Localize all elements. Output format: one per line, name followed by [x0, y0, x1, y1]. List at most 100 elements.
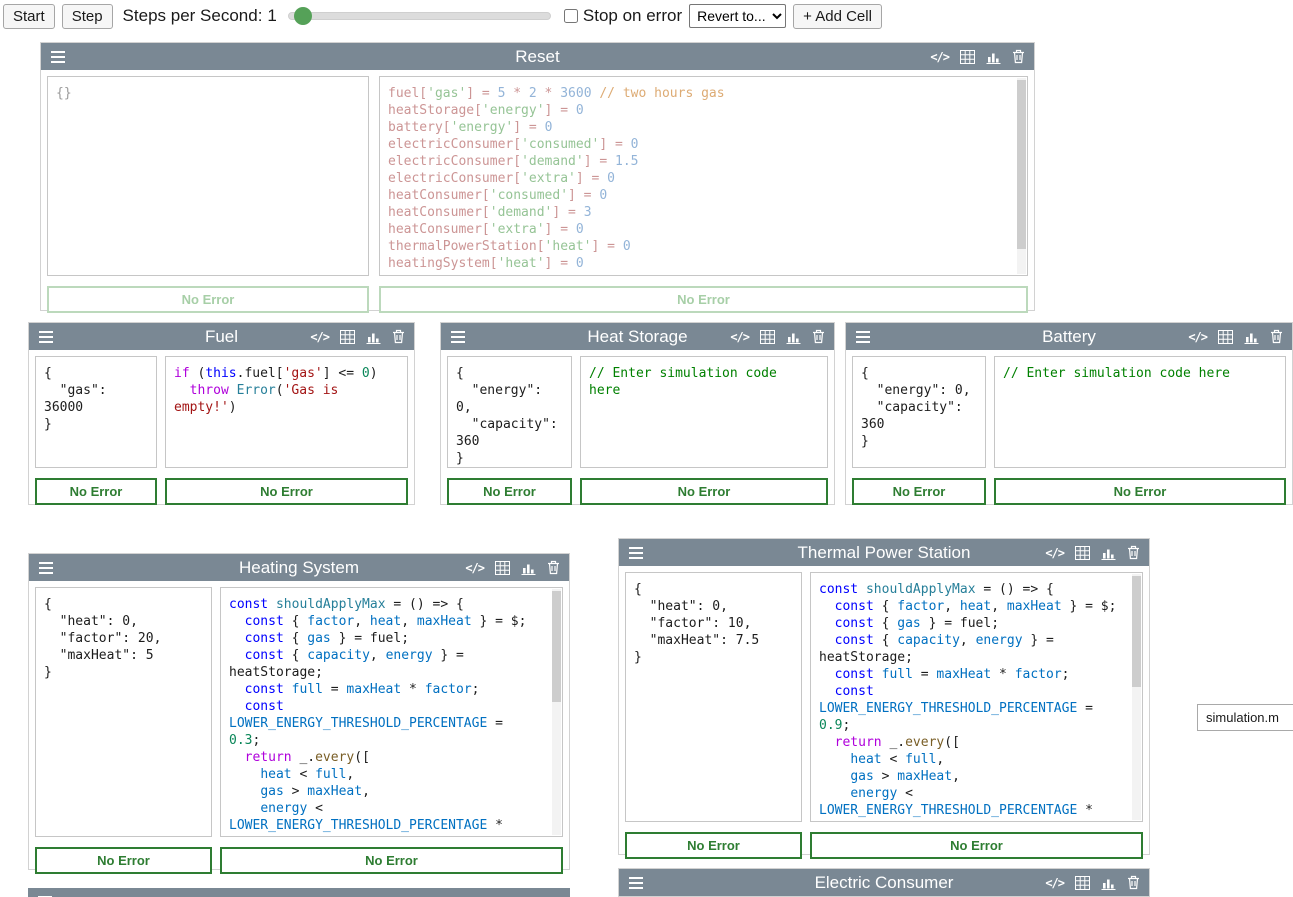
menu-icon[interactable]	[628, 876, 644, 890]
code-editor[interactable]: fuel['gas'] = 5 * 2 * 3600 // two hours …	[379, 76, 1028, 276]
menu-icon[interactable]	[50, 50, 66, 64]
slider-knob[interactable]	[294, 7, 312, 25]
code-view-icon[interactable]: </>	[930, 50, 949, 64]
code-status: No Error	[165, 478, 408, 505]
table-view-icon[interactable]	[960, 50, 975, 64]
speed-value: 1	[267, 6, 276, 26]
table-view-icon[interactable]	[495, 561, 510, 575]
code-editor[interactable]: const shouldApplyMax = () => { const { f…	[810, 572, 1143, 822]
code-status: No Error	[220, 847, 563, 874]
stop-on-error[interactable]: Stop on error	[564, 6, 682, 26]
code-view-icon[interactable]: </>	[1188, 330, 1207, 344]
menu-icon[interactable]	[38, 330, 54, 344]
cell-body: { "heat": 0, "factor": 10, "maxHeat": 7.…	[619, 566, 1149, 828]
code-editor[interactable]: const shouldApplyMax = () => { const { f…	[220, 587, 563, 837]
code-view-icon[interactable]: </>	[1045, 876, 1064, 890]
code-status: No Error	[580, 478, 828, 505]
delete-cell-icon[interactable]	[1127, 875, 1140, 890]
header-icons: </>	[310, 329, 405, 344]
start-button[interactable]: Start	[3, 4, 55, 29]
toolbar: Start Step Steps per Second: 1 Stop on e…	[0, 0, 1293, 32]
chart-view-icon[interactable]	[1101, 546, 1116, 560]
cell-header: Reset </>	[41, 43, 1034, 70]
code-editor[interactable]: if (this.fuel['gas'] <= 0) throw Error('…	[165, 356, 408, 468]
chart-view-icon[interactable]	[521, 561, 536, 575]
cell-body: { "energy": 0, "capacity": 360 } // Ente…	[846, 350, 1292, 474]
table-view-icon[interactable]	[760, 330, 775, 344]
state-editor[interactable]: { "heat": 0, "factor": 20, "maxHeat": 5 …	[35, 587, 212, 837]
delete-cell-icon[interactable]	[392, 329, 405, 344]
speed-label-text: Steps per Second:	[123, 6, 263, 26]
cell-heating-system: Heating System </> { "heat": 0, "factor"…	[28, 553, 570, 870]
slider-track[interactable]	[288, 12, 551, 20]
scrollbar-thumb[interactable]	[1132, 576, 1141, 687]
cell-header	[28, 888, 570, 897]
cell-fuel: Fuel </> { "gas": 36000 } if (this.fuel[…	[28, 322, 415, 505]
state-editor[interactable]: { "heat": 0, "factor": 10, "maxHeat": 7.…	[625, 572, 802, 822]
cell-statuses: No Error No Error	[29, 478, 414, 511]
chart-view-icon[interactable]	[366, 330, 381, 344]
menu-icon[interactable]	[38, 561, 54, 575]
table-view-icon[interactable]	[1075, 876, 1090, 890]
scrollbar[interactable]	[1132, 574, 1141, 820]
chart-view-icon[interactable]	[1244, 330, 1259, 344]
code-editor[interactable]: // Enter simulation code here	[994, 356, 1286, 468]
tooltip: simulation.m	[1197, 704, 1293, 731]
code-view-icon[interactable]: </>	[310, 330, 329, 344]
add-cell-button[interactable]: + Add Cell	[793, 4, 882, 29]
delete-cell-icon[interactable]	[547, 560, 560, 575]
cell-body: {} fuel['gas'] = 5 * 2 * 3600 // two hou…	[41, 70, 1034, 282]
state-status: No Error	[35, 847, 212, 874]
scrollbar-thumb[interactable]	[1017, 80, 1026, 249]
cell-header: Heat Storage </>	[441, 323, 834, 350]
scrollbar[interactable]	[552, 589, 561, 835]
state-editor[interactable]: { "energy": 0, "capacity": 360 }	[447, 356, 572, 468]
delete-cell-icon[interactable]	[1270, 329, 1283, 344]
chart-view-icon[interactable]	[786, 330, 801, 344]
table-view-icon[interactable]	[1218, 330, 1233, 344]
code-view-icon[interactable]: </>	[730, 330, 749, 344]
cell-header: Electric Consumer </>	[619, 869, 1149, 896]
cell-thermal-power-station: Thermal Power Station </> { "heat": 0, "…	[618, 538, 1150, 855]
menu-icon[interactable]	[855, 330, 871, 344]
code-status: No Error	[810, 832, 1143, 859]
code-view-icon[interactable]: </>	[465, 561, 484, 575]
code-editor[interactable]: // Enter simulation code here	[580, 356, 828, 468]
delete-cell-icon[interactable]	[812, 329, 825, 344]
revert-select[interactable]: Revert to...	[689, 4, 786, 28]
menu-icon[interactable]	[450, 330, 466, 344]
delete-cell-icon[interactable]	[1012, 49, 1025, 64]
step-button[interactable]: Step	[62, 4, 113, 29]
table-view-icon[interactable]	[1075, 546, 1090, 560]
cell-title: Reset	[41, 43, 1034, 70]
state-editor[interactable]: {}	[47, 76, 369, 276]
header-icons: </>	[465, 560, 560, 575]
cell-electric-consumer: Electric Consumer </>	[618, 868, 1150, 897]
header-icons: </>	[1045, 875, 1140, 890]
cell-body: { "heat": 0, "factor": 20, "maxHeat": 5 …	[29, 581, 569, 843]
header-icons: </>	[1045, 545, 1140, 560]
chart-view-icon[interactable]	[1101, 876, 1116, 890]
speed-label: Steps per Second: 1	[123, 6, 277, 26]
app-screen: Start Step Steps per Second: 1 Stop on e…	[0, 0, 1293, 897]
table-view-icon[interactable]	[340, 330, 355, 344]
state-status: No Error	[47, 286, 369, 313]
scrollbar-thumb[interactable]	[552, 591, 561, 702]
state-editor[interactable]: { "energy": 0, "capacity": 360 }	[852, 356, 986, 468]
stop-on-error-checkbox[interactable]	[564, 9, 578, 23]
chart-view-icon[interactable]	[986, 50, 1001, 64]
delete-cell-icon[interactable]	[1127, 545, 1140, 560]
scrollbar[interactable]	[1017, 78, 1026, 274]
code-view-icon[interactable]: </>	[1045, 546, 1064, 560]
cell-statuses: No Error No Error	[29, 847, 569, 880]
state-status: No Error	[625, 832, 802, 859]
stop-on-error-label: Stop on error	[583, 6, 682, 26]
cell-statuses: No Error No Error	[41, 286, 1034, 319]
state-editor[interactable]: { "gas": 36000 }	[35, 356, 157, 468]
speed-slider[interactable]	[288, 7, 551, 25]
cell-battery: Battery </> { "energy": 0, "capacity": 3…	[845, 322, 1293, 505]
code-status: No Error	[994, 478, 1286, 505]
cell-statuses: No Error No Error	[619, 832, 1149, 865]
menu-icon[interactable]	[628, 546, 644, 560]
cell-body: { "gas": 36000 } if (this.fuel['gas'] <=…	[29, 350, 414, 474]
